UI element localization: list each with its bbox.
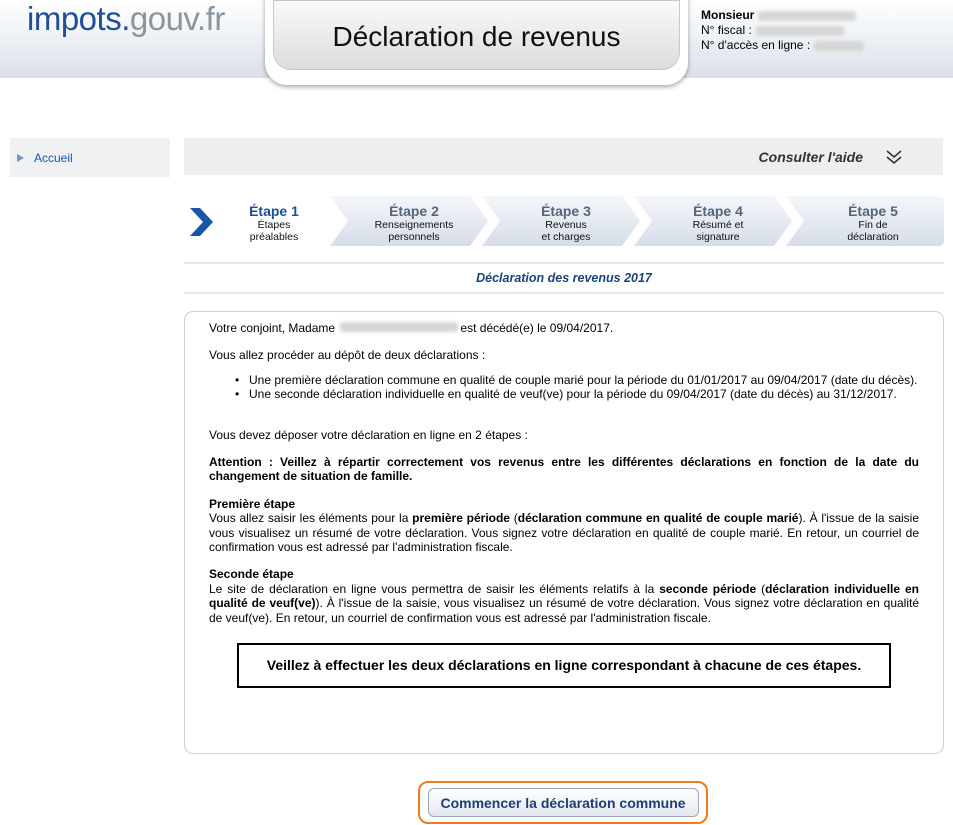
- step-1: Étape 1 Étapes préalables: [184, 196, 336, 246]
- list-item: Une seconde déclaration individuelle en …: [235, 387, 919, 402]
- double-chevron-down-icon: [886, 149, 902, 164]
- step-title: Étape 4: [693, 203, 743, 219]
- notice-box: Veillez à effectuer les deux déclaration…: [237, 643, 891, 689]
- step-subtitle-line2: personnels: [388, 231, 440, 243]
- step-subtitle-line2: préalables: [249, 231, 299, 243]
- triangle-right-icon: [17, 153, 24, 162]
- step-subtitle-line2: signature: [696, 231, 740, 243]
- step-4: Étape 4 Résumé et signature: [634, 196, 794, 246]
- list-item: Une première déclaration commune en qual…: [235, 373, 919, 388]
- cta-focus-ring: Commencer la déclaration commune: [418, 781, 708, 824]
- step-2: Étape 2 Renseignements personnels: [330, 196, 490, 246]
- redacted-access-number: [814, 40, 865, 51]
- intro-paragraph: Votre conjoint, Madame est décédé(e) le …: [209, 321, 919, 335]
- attention-paragraph: Attention : Veillez à répartir correctem…: [209, 455, 919, 484]
- access-number-label: N° d'accès en ligne :: [701, 38, 811, 52]
- page-title: Déclaration de revenus: [332, 21, 621, 52]
- section-title: Déclaration des revenus 2017: [476, 271, 652, 285]
- notice-text: Veillez à effectuer les deux déclaration…: [266, 657, 862, 674]
- info-panel: Votre conjoint, Madame est décédé(e) le …: [184, 311, 944, 754]
- second-step-title: Seconde étape: [209, 567, 294, 582]
- step-title: Étape 2: [389, 203, 439, 219]
- intro-prefix: Votre conjoint, Madame: [209, 321, 336, 335]
- step-5: Étape 5 Fin de déclaration: [786, 196, 944, 246]
- step-title: Étape 1: [249, 203, 299, 219]
- two-steps-paragraph: Vous devez déposer votre déclaration en …: [209, 427, 528, 442]
- start-joint-declaration-button[interactable]: Commencer la déclaration commune: [427, 788, 699, 817]
- step-progress: Étape 1 Étapes préalables Étape 2 Rensei…: [184, 196, 944, 246]
- sidebar-item-label: Accueil: [34, 150, 73, 165]
- step-subtitle-line1: Renseignements: [374, 219, 454, 231]
- step-subtitle-line1: Résumé et: [692, 219, 744, 231]
- first-step-title: Première étape: [209, 496, 296, 511]
- help-bar[interactable]: Consulter l'aide: [184, 138, 943, 175]
- step-title: Étape 5: [848, 203, 898, 219]
- site-logo[interactable]: impots.gouv.fr: [27, 0, 225, 38]
- declarations-list: Une première déclaration commune en qual…: [235, 373, 919, 402]
- user-identity: Monsieur N° fiscal : N° d'accès en ligne…: [701, 8, 865, 53]
- divider: [184, 292, 944, 294]
- fiscal-number-label: N° fiscal :: [701, 23, 752, 37]
- step-subtitle-line1: Fin de: [858, 219, 888, 231]
- first-step-paragraph: Première étape Vous allez saisir les élé…: [209, 496, 919, 555]
- page-title-card: Déclaration de revenus: [265, 0, 688, 85]
- redacted-name: [758, 10, 857, 21]
- sidebar-item-accueil[interactable]: Accueil: [10, 138, 170, 177]
- help-label: Consulter l'aide: [758, 148, 863, 165]
- step-subtitle-line1: Étapes: [257, 219, 291, 231]
- step-subtitle-line1: Revenus: [545, 219, 587, 231]
- step-title: Étape 3: [541, 203, 591, 219]
- step-subtitle-line2: et charges: [541, 231, 591, 243]
- step-subtitle-line2: déclaration: [847, 231, 899, 243]
- second-step-paragraph: Seconde étape Le site de déclaration en …: [209, 567, 920, 625]
- procedure-paragraph: Vous allez procéder au dépôt de deux déc…: [209, 348, 486, 363]
- divider: [184, 262, 944, 264]
- step-3: Étape 3 Revenus et charges: [482, 196, 642, 246]
- user-civility: Monsieur: [701, 8, 755, 22]
- redacted-fiscal-number: [755, 25, 844, 36]
- page-title-frame: Déclaration de revenus: [273, 0, 680, 70]
- intro-suffix: est décédé(e) le 09/04/2017.: [460, 321, 614, 335]
- redacted-spouse-name: [340, 322, 459, 332]
